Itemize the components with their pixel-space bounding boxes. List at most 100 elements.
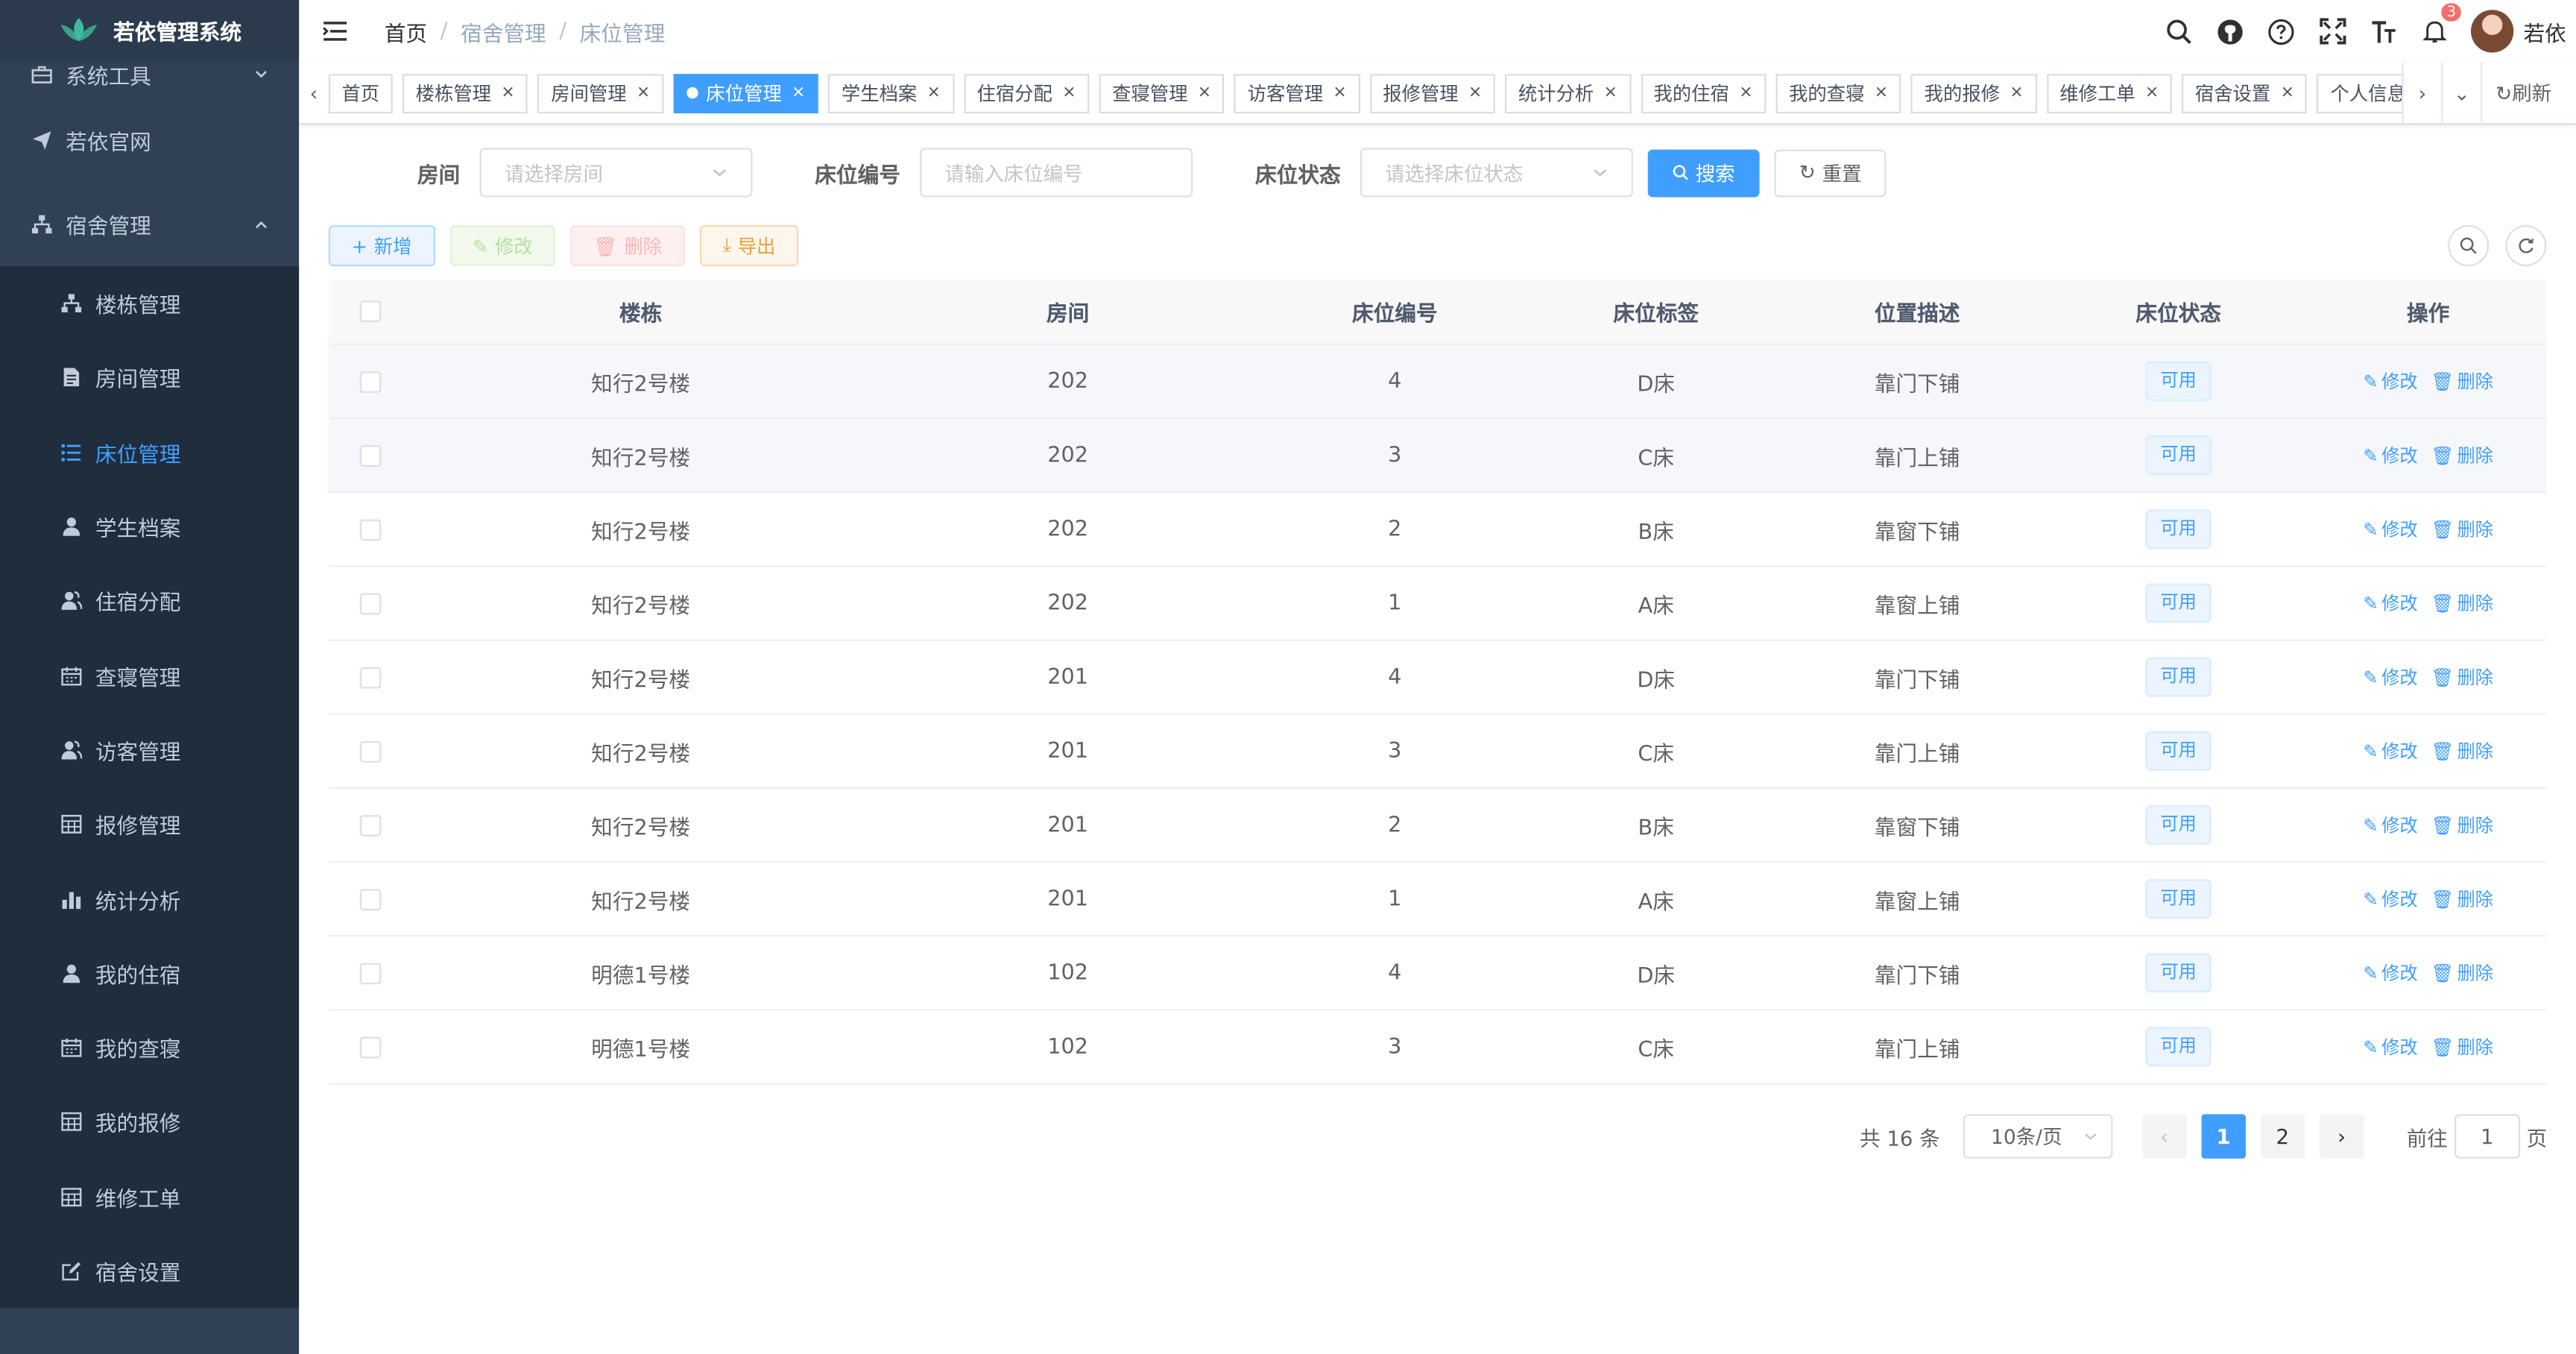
- avatar[interactable]: [2470, 10, 2514, 53]
- breadcrumb-home[interactable]: 首页: [385, 16, 427, 47]
- close-icon[interactable]: ×: [1198, 84, 1211, 101]
- tags-scroll-left-icon[interactable]: ‹: [299, 62, 329, 125]
- sidebar-item[interactable]: 我的住宿: [0, 936, 299, 1011]
- user-name[interactable]: 若依: [2523, 16, 2566, 47]
- row-delete-button[interactable]: 🗑︎ 删除: [2431, 960, 2493, 986]
- sidebar-item[interactable]: 宿舍设置: [0, 1234, 299, 1309]
- close-icon[interactable]: ×: [1062, 84, 1076, 101]
- tag-item[interactable]: 我的查寝 ×: [1775, 73, 1901, 113]
- close-icon[interactable]: ×: [926, 84, 940, 101]
- bed-no-input[interactable]: 请输入床位编号: [920, 148, 1193, 198]
- row-edit-button[interactable]: ✎ 修改: [2363, 960, 2417, 986]
- sidebar-item[interactable]: 访客管理: [0, 713, 299, 787]
- tag-item[interactable]: 查寝管理 ×: [1099, 73, 1225, 113]
- row-delete-button[interactable]: 🗑︎ 删除: [2431, 812, 2493, 838]
- search-icon[interactable]: [2165, 16, 2195, 46]
- tag-item[interactable]: 住宿分配 ×: [963, 73, 1090, 113]
- row-delete-button[interactable]: 🗑︎ 删除: [2431, 1033, 2493, 1059]
- edit-button[interactable]: ✎ 修改: [449, 224, 556, 267]
- tag-item[interactable]: 报修管理 ×: [1369, 73, 1496, 113]
- tag-item[interactable]: 首页: [328, 73, 393, 113]
- row-checkbox[interactable]: [359, 371, 381, 392]
- row-edit-button[interactable]: ✎ 修改: [2363, 368, 2417, 394]
- page-button[interactable]: 1: [2201, 1114, 2246, 1159]
- table-row[interactable]: 知行2号楼 201 2 B床 靠窗下铺 可用 ✎ 修改 🗑︎ 删除: [328, 789, 2547, 863]
- tag-item[interactable]: 我的住宿 ×: [1640, 73, 1767, 113]
- row-delete-button[interactable]: 🗑︎ 删除: [2431, 664, 2493, 690]
- tag-item[interactable]: 统计分析 ×: [1505, 73, 1631, 113]
- row-checkbox[interactable]: [359, 962, 381, 984]
- sidebar-item[interactable]: 维修工单: [0, 1159, 299, 1234]
- row-checkbox[interactable]: [359, 1036, 381, 1058]
- row-checkbox[interactable]: [359, 740, 381, 762]
- tags-refresh-button[interactable]: ↻ 刷新: [2481, 61, 2565, 125]
- close-icon[interactable]: ×: [1468, 84, 1482, 101]
- row-edit-button[interactable]: ✎ 修改: [2363, 442, 2417, 468]
- row-checkbox[interactable]: [359, 888, 381, 910]
- close-icon[interactable]: ×: [1739, 84, 1752, 101]
- page-button[interactable]: 2: [2260, 1114, 2305, 1159]
- tags-dropdown-icon[interactable]: ⌄: [2441, 61, 2481, 125]
- close-icon[interactable]: ×: [637, 84, 650, 101]
- tag-item[interactable]: 学生档案 ×: [828, 73, 954, 113]
- sidebar-item[interactable]: 楼栋管理: [0, 266, 299, 341]
- table-row[interactable]: 明德1号楼 102 3 C床 靠门上铺 可用 ✎ 修改 🗑︎ 删除: [328, 1011, 2547, 1085]
- close-icon[interactable]: ×: [1875, 84, 1888, 101]
- github-icon[interactable]: [2216, 16, 2246, 46]
- table-row[interactable]: 知行2号楼 201 3 C床 靠门上铺 可用 ✎ 修改 🗑︎ 删除: [328, 715, 2547, 789]
- page-size-select[interactable]: 10条/页: [1963, 1114, 2113, 1159]
- row-checkbox[interactable]: [359, 518, 381, 541]
- row-edit-button[interactable]: ✎ 修改: [2363, 590, 2417, 616]
- bell-icon[interactable]: 3: [2420, 1, 2463, 46]
- select-all-checkbox[interactable]: [359, 300, 381, 323]
- close-icon[interactable]: ×: [1603, 84, 1617, 101]
- tag-item[interactable]: 床位管理 ×: [673, 73, 819, 113]
- status-select[interactable]: 请选择床位状态: [1360, 148, 1633, 198]
- toggle-search-button[interactable]: [2448, 224, 2490, 267]
- sidebar-item[interactable]: 我的查寝: [0, 1010, 299, 1085]
- hamburger-icon[interactable]: [322, 18, 348, 44]
- row-edit-button[interactable]: ✎ 修改: [2363, 886, 2417, 912]
- export-button[interactable]: ⤓ 导出: [699, 224, 799, 267]
- row-checkbox[interactable]: [359, 592, 381, 614]
- row-edit-button[interactable]: ✎ 修改: [2363, 738, 2417, 764]
- room-select[interactable]: 请选择房间: [479, 148, 753, 198]
- prev-page-button[interactable]: ‹: [2141, 1114, 2187, 1159]
- row-checkbox[interactable]: [359, 814, 381, 836]
- font-size-icon[interactable]: [2369, 16, 2399, 46]
- question-icon[interactable]: [2267, 16, 2297, 46]
- tag-item[interactable]: 房间管理 ×: [537, 73, 663, 113]
- table-row[interactable]: 知行2号楼 201 4 D床 靠门下铺 可用 ✎ 修改 🗑︎ 删除: [328, 641, 2547, 715]
- tags-scroll-right-icon[interactable]: ›: [2402, 61, 2441, 125]
- table-row[interactable]: 知行2号楼 202 1 A床 靠窗上铺 可用 ✎ 修改 🗑︎ 删除: [328, 567, 2547, 641]
- row-delete-button[interactable]: 🗑︎ 删除: [2431, 590, 2493, 616]
- add-button[interactable]: + 新增: [328, 224, 435, 267]
- table-row[interactable]: 知行2号楼 202 3 C床 靠门上铺 可用 ✎ 修改 🗑︎ 删除: [328, 419, 2547, 494]
- table-row[interactable]: 知行2号楼 201 1 A床 靠窗上铺 可用 ✎ 修改 🗑︎ 删除: [328, 863, 2547, 937]
- row-edit-button[interactable]: ✎ 修改: [2363, 664, 2417, 690]
- menu-dorm-management[interactable]: 宿舍管理: [0, 183, 299, 266]
- fullscreen-icon[interactable]: [2318, 16, 2348, 46]
- sidebar-item[interactable]: 住宿分配: [0, 564, 299, 638]
- tag-item[interactable]: 访客管理 ×: [1234, 73, 1360, 113]
- sidebar-item[interactable]: 报修管理: [0, 787, 299, 862]
- row-delete-button[interactable]: 🗑︎ 删除: [2431, 442, 2493, 468]
- refresh-table-button[interactable]: [2505, 224, 2547, 267]
- row-checkbox[interactable]: [359, 666, 381, 688]
- row-delete-button[interactable]: 🗑︎ 删除: [2431, 516, 2493, 542]
- menu-ruoyi-site[interactable]: 若依官网: [0, 98, 299, 182]
- close-icon[interactable]: ×: [792, 84, 805, 101]
- table-row[interactable]: 知行2号楼 202 2 B床 靠窗下铺 可用 ✎ 修改 🗑︎ 删除: [328, 493, 2547, 567]
- table-row[interactable]: 知行2号楼 202 4 D床 靠门下铺 可用 ✎ 修改 🗑︎ 删除: [328, 344, 2547, 420]
- next-page-button[interactable]: ›: [2319, 1114, 2364, 1159]
- delete-button[interactable]: 🗑︎ 删除: [570, 224, 685, 267]
- sidebar-item[interactable]: 我的报修: [0, 1085, 299, 1159]
- row-delete-button[interactable]: 🗑︎ 删除: [2431, 368, 2493, 394]
- close-icon[interactable]: ×: [2280, 84, 2294, 101]
- goto-page-input[interactable]: 1: [2454, 1114, 2520, 1159]
- row-delete-button[interactable]: 🗑︎ 删除: [2431, 886, 2493, 912]
- sidebar-item[interactable]: 学生档案: [0, 490, 299, 564]
- tag-item[interactable]: 维修工单 ×: [2046, 73, 2172, 113]
- tag-item[interactable]: 宿舍设置 ×: [2182, 73, 2308, 113]
- close-icon[interactable]: ×: [2010, 84, 2023, 101]
